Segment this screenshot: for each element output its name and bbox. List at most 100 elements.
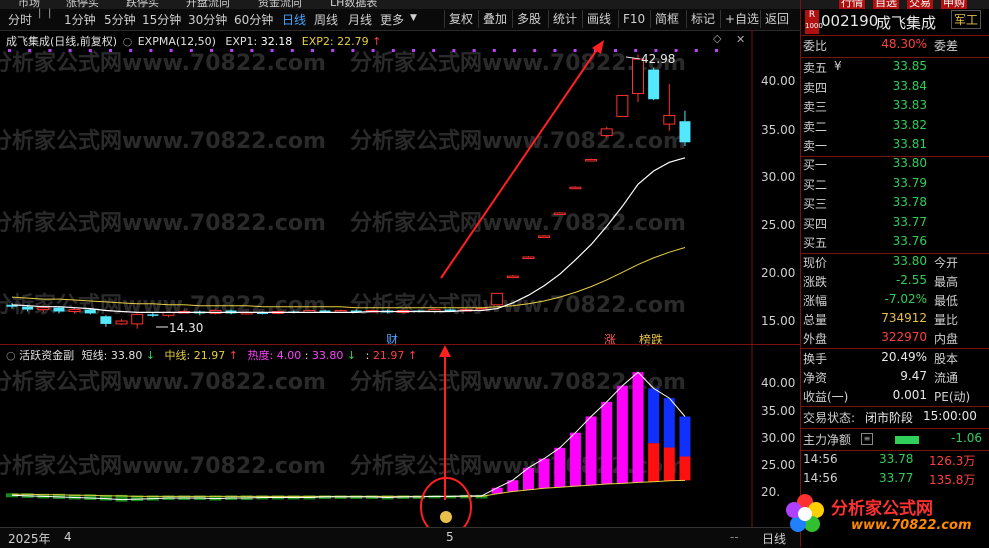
bid-row: 买四 33.77: [803, 214, 927, 231]
candle-body: [100, 316, 112, 324]
period-button[interactable]: 1分钟: [64, 11, 96, 28]
period-button-daily[interactable]: 日线: [282, 11, 306, 28]
chevron-down-icon[interactable]: ▼: [410, 13, 417, 23]
y-tick-label: 20.00: [761, 266, 796, 280]
candle-body: [663, 115, 676, 125]
sector-tag[interactable]: 军工: [951, 10, 982, 29]
flow-bar: [663, 398, 675, 448]
tool-button[interactable]: 标记: [686, 10, 719, 28]
marker-dot: [129, 49, 133, 52]
r-badge: R 1000: [805, 10, 823, 34]
y-tick-label: 35.00: [761, 404, 796, 418]
candle-body: [131, 313, 144, 325]
flow-bar: [895, 436, 919, 444]
candlestick-chart[interactable]: 分析家公式网www.70822.com 分析家公式网www.70822.com 分析…: [0, 30, 800, 346]
candle-body: [522, 256, 535, 259]
year-label: 2025年: [8, 532, 51, 546]
y-tick-label: 40.00: [761, 376, 796, 390]
candle-body: [53, 307, 65, 312]
quote-tab[interactable]: 交易: [907, 0, 933, 9]
y-tick-label: 25.00: [761, 458, 796, 472]
flow-bar: [648, 443, 660, 482]
bid-row: 买五 33.76: [803, 234, 927, 250]
top-menu-item[interactable]: 资金流向: [258, 0, 302, 9]
stat-row: 换手 20.49% 股本: [803, 350, 959, 366]
candle-body: [616, 94, 629, 117]
marker-dot: [472, 49, 476, 52]
period-button[interactable]: 30分钟: [188, 11, 227, 28]
marker-dot: [48, 49, 52, 52]
flow-bar: [616, 385, 628, 484]
candle-body: [553, 212, 566, 216]
ask-row: 卖四 33.84: [803, 78, 927, 95]
money-bag-icon: [440, 511, 452, 523]
main-flow-row: 主力净额 ≡ -1.06: [803, 431, 983, 447]
marker-dot: [432, 49, 436, 52]
tool-button[interactable]: 复权: [444, 10, 477, 28]
period-button[interactable]: 周线: [314, 11, 338, 28]
period-button[interactable]: 分时: [8, 11, 32, 28]
watermark-text: 分析家公式网www.70822.com: [0, 369, 326, 395]
flow-bar: [632, 372, 644, 483]
stat-row: 现价 33.80 今开: [803, 254, 959, 270]
ask-row: 卖三 33.83: [803, 98, 927, 114]
period-button[interactable]: 5分钟: [104, 11, 136, 28]
tool-button[interactable]: +自选: [720, 10, 763, 28]
period-toolbar: 分时 | | 1分钟 5分钟 15分钟 30分钟 60分钟 日线 周线 月线 更…: [0, 8, 800, 31]
marker-dot: [614, 49, 617, 52]
flow-bar: [601, 401, 613, 484]
bid-row: 买二 33.79: [803, 175, 927, 192]
top-menu-item[interactable]: 市场: [18, 0, 40, 9]
site-logo: 分析家公式网 www.70822.com: [783, 486, 983, 544]
marker-dot: [492, 49, 496, 52]
quote-tab[interactable]: 申购: [941, 0, 967, 9]
marker-dot: [634, 49, 638, 52]
tool-button[interactable]: 多股: [512, 10, 545, 28]
marker-dot: [715, 49, 718, 52]
marker-dot: [189, 49, 193, 52]
stat-row: 净资 9.47 流通: [803, 369, 959, 385]
ask-row: 卖二 33.82: [803, 117, 927, 134]
tool-button-back[interactable]: 返回: [760, 10, 793, 28]
marker-dot: [149, 49, 153, 52]
top-menu-item[interactable]: 开盘流向: [186, 0, 230, 9]
tool-button[interactable]: 叠加: [478, 10, 511, 28]
flow-bar: [585, 416, 597, 486]
quote-tabs: 行情 自选 交易 申购: [801, 0, 989, 9]
period-button[interactable]: 15分钟: [142, 11, 181, 28]
period-button[interactable]: 60分钟: [234, 11, 273, 28]
marker-dot: [573, 49, 577, 52]
flow-bar: [663, 447, 675, 481]
top-menu-item[interactable]: 涨停买: [66, 0, 99, 9]
annotation-arrow-head: [439, 345, 451, 357]
stat-row: 总量 734912 量比: [803, 311, 959, 327]
marker-dot: [452, 49, 456, 52]
menu-icon[interactable]: ≡: [861, 433, 873, 445]
period-button[interactable]: 月线: [348, 11, 372, 28]
marker-dot: [331, 49, 335, 52]
marker-dot: [210, 49, 213, 52]
candle-body: [115, 320, 128, 325]
marker-dot: [412, 49, 415, 52]
top-menu-item[interactable]: LH数据表: [330, 0, 377, 9]
tool-button[interactable]: 画线: [582, 10, 615, 28]
capital-flow-chart[interactable]: 分析家公式网www.70822.com 分析家公式网www.70822.com分析…: [0, 345, 800, 527]
candle-body: [506, 275, 519, 279]
high-price-label: 42.98: [641, 52, 676, 66]
top-menu-item[interactable]: 跌停买: [126, 0, 159, 9]
marker-dot: [68, 49, 72, 52]
period-button-more[interactable]: 更多: [380, 11, 404, 28]
quote-tab[interactable]: 自选: [873, 0, 899, 9]
quote-tab[interactable]: 行情: [839, 0, 865, 9]
tool-button[interactable]: F10: [618, 10, 649, 28]
date-axis-bar: 2025年 4 5 -- 日线: [0, 527, 800, 548]
tick-row: 14:56 33.78 126.3万: [803, 452, 976, 468]
tool-button[interactable]: 统计: [548, 10, 581, 28]
stock-code: 002190: [821, 12, 879, 30]
marker-dot: [88, 49, 92, 52]
scroll-handle[interactable]: --: [730, 530, 739, 544]
candle-body: [68, 309, 81, 312]
ask-row: 卖一 33.81: [803, 137, 927, 153]
y-tick-label: 35.00: [761, 123, 796, 137]
tool-button[interactable]: 简框: [650, 10, 683, 28]
